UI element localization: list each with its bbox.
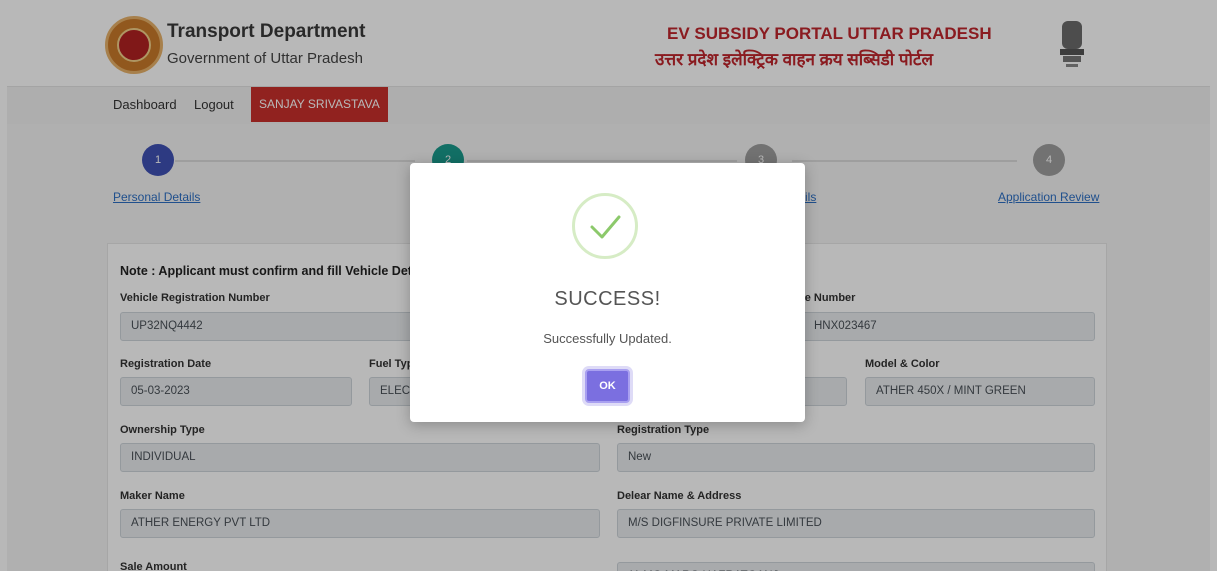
modal-message: Successfully Updated.	[543, 331, 672, 346]
success-modal: SUCCESS! Successfully Updated. OK	[410, 163, 805, 422]
check-icon	[572, 193, 638, 259]
ok-button[interactable]: OK	[585, 369, 630, 403]
modal-title: SUCCESS!	[554, 288, 661, 310]
